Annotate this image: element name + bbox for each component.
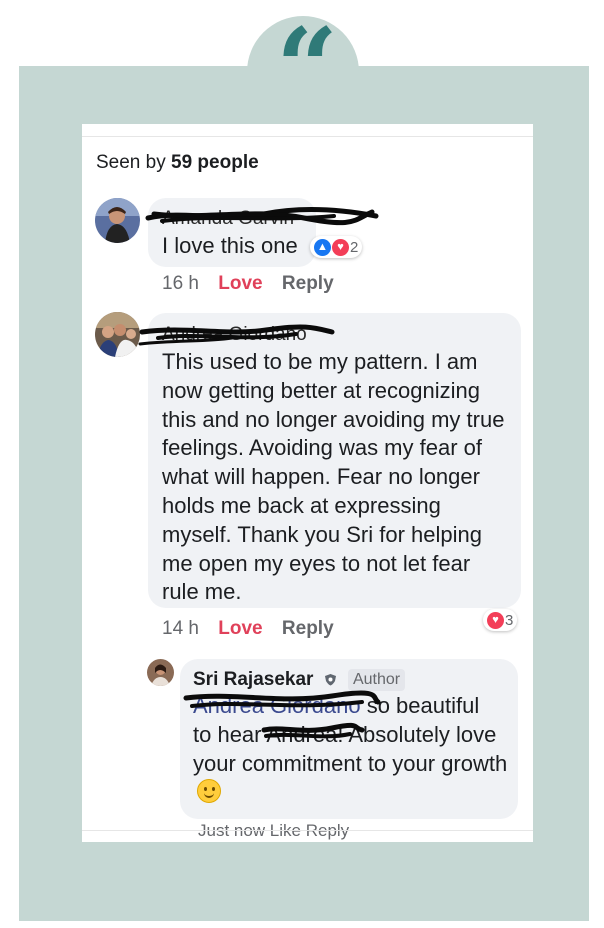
reply-meta[interactable]: Just now Like Reply <box>198 821 349 841</box>
timestamp[interactable]: 16 h <box>162 273 199 294</box>
reply-button[interactable]: Reply <box>282 618 334 639</box>
avatar[interactable] <box>95 198 140 243</box>
comment-text: I love this one <box>162 233 298 258</box>
seen-by-text[interactable]: Seen by 59 people <box>96 152 259 174</box>
reaction-summary[interactable]: ▲ ♥ 2 <box>310 236 363 258</box>
heart-icon: ♥ <box>332 238 349 256</box>
reaction-count: 2 <box>350 238 359 256</box>
slightly-smiling-face-icon <box>197 779 221 804</box>
seen-count: 59 people <box>171 152 259 173</box>
comments-card: Seen by 59 people Amanda Garvin I love t… <box>82 124 533 842</box>
divider <box>82 136 533 137</box>
love-button[interactable]: Love <box>218 618 262 639</box>
redaction-scribble <box>145 207 379 226</box>
avatar[interactable] <box>147 659 174 686</box>
timestamp[interactable]: 14 h <box>162 618 199 639</box>
comment-meta: 16 h Love Reply <box>162 273 334 295</box>
reply-button[interactable]: Reply <box>282 273 334 294</box>
reaction-summary[interactable]: ♥ 3 <box>483 609 518 631</box>
comment-meta: 14 h Love Reply <box>162 618 334 640</box>
redaction-scribble <box>183 690 381 739</box>
reaction-count: 3 <box>505 611 514 629</box>
divider <box>82 830 533 831</box>
avatar[interactable] <box>95 312 140 357</box>
like-icon: ▲ <box>314 238 331 256</box>
quote-icon: “ <box>275 5 338 131</box>
comment-text: This used to be my pattern. I am now get… <box>162 349 505 605</box>
heart-icon: ♥ <box>487 611 504 629</box>
love-button[interactable]: Love <box>218 273 262 294</box>
redaction-scribble <box>138 324 335 346</box>
